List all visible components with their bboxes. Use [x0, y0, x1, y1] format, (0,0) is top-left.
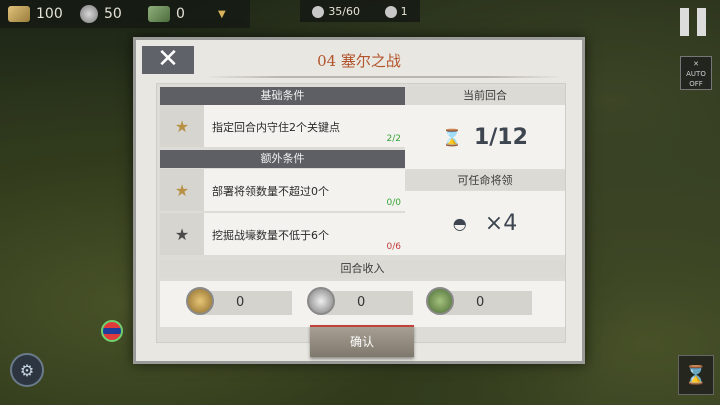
- income-iron: 0: [307, 287, 413, 315]
- auto-button[interactable]: ✕ AUTO OFF: [680, 56, 712, 90]
- generals-value: ×4: [484, 210, 518, 236]
- gold-icon: [186, 287, 214, 315]
- auto-label: AUTO: [686, 70, 706, 78]
- resource-bar: 100 50 0 ▼: [0, 0, 250, 28]
- income-gold: 0: [186, 287, 292, 315]
- chevron-down-icon[interactable]: ▼: [218, 9, 226, 20]
- gold-icon: [8, 6, 30, 22]
- turn-counter-small: 1: [384, 5, 408, 18]
- settings-button[interactable]: ⚙: [10, 353, 44, 387]
- income-food-value: 0: [476, 295, 485, 310]
- current-turn-value: 1/12: [473, 124, 528, 150]
- extra-conditions-header: 额外条件: [160, 150, 405, 168]
- battle-info-dialog: ✕ 04 塞尔之战 基础条件 ★ 指定回合内守住2个关键点 2/2 额外条件 ★…: [133, 37, 585, 364]
- info-panel: 基础条件 ★ 指定回合内守住2个关键点 2/2 额外条件 ★ 部署将领数量不超过…: [156, 83, 566, 343]
- generals-header: 可任命将领: [405, 172, 565, 190]
- unit-icon: [312, 5, 325, 18]
- current-turn-header: 当前回合: [405, 87, 565, 105]
- pause-button[interactable]: [680, 8, 706, 36]
- iron-icon: [307, 287, 335, 315]
- basic-conditions-header: 基础条件: [160, 87, 405, 105]
- condition-row: ★ 部署将领数量不超过0个 0/0: [160, 169, 405, 211]
- iron-resource: 50: [80, 5, 140, 23]
- income-food: 0: [426, 287, 532, 315]
- income-header: 回合收入: [160, 260, 565, 278]
- iron-icon: [80, 5, 98, 23]
- food-icon: [148, 6, 170, 22]
- end-turn-button[interactable]: ⌛: [678, 355, 714, 395]
- income-row: 0 0 0: [160, 281, 565, 327]
- confirm-button[interactable]: 确认: [310, 325, 414, 357]
- dialog-title: 04 塞尔之战: [317, 52, 401, 70]
- food-icon: [426, 287, 454, 315]
- auto-state: OFF: [689, 80, 703, 88]
- food-resource: 0 ▼: [148, 6, 226, 22]
- income-gold-value: 0: [236, 295, 245, 310]
- units-counter: 35/60: [312, 5, 360, 18]
- condition-count: 2/2: [386, 134, 401, 144]
- title-divider: [206, 76, 562, 78]
- condition-count: 0/6: [386, 242, 401, 252]
- condition-text: 部署将领数量不超过0个: [212, 185, 329, 198]
- gold-value: 100: [36, 6, 63, 22]
- food-value: 0: [176, 6, 185, 22]
- top-status: 35/60 1: [300, 0, 420, 22]
- income-iron-value: 0: [357, 295, 366, 310]
- star-icon: ★: [160, 213, 204, 255]
- gold-resource: 100: [8, 6, 72, 22]
- condition-text: 指定回合内守住2个关键点: [212, 121, 340, 134]
- iron-value: 50: [104, 6, 122, 22]
- condition-text: 挖掘战壕数量不低于6个: [212, 229, 329, 242]
- current-turn-box: ⌛ 1/12: [405, 105, 565, 169]
- condition-count: 0/0: [386, 198, 401, 208]
- star-icon: ★: [160, 169, 204, 211]
- card-icon: [384, 5, 397, 18]
- officer-cap-icon: ◓: [452, 213, 467, 233]
- crossed-rifles-icon: ✕: [693, 60, 699, 68]
- hourglass-icon: ⌛: [442, 127, 462, 147]
- unit-flag-marker[interactable]: [101, 320, 123, 342]
- star-icon: ★: [160, 105, 204, 147]
- condition-row: ★ 挖掘战壕数量不低于6个 0/6: [160, 213, 405, 255]
- condition-row: ★ 指定回合内守住2个关键点 2/2: [160, 105, 405, 147]
- hourglass-icon: ⌛: [684, 364, 708, 386]
- gear-icon: ⚙: [19, 360, 35, 380]
- generals-box: ◓ ×4: [405, 191, 565, 255]
